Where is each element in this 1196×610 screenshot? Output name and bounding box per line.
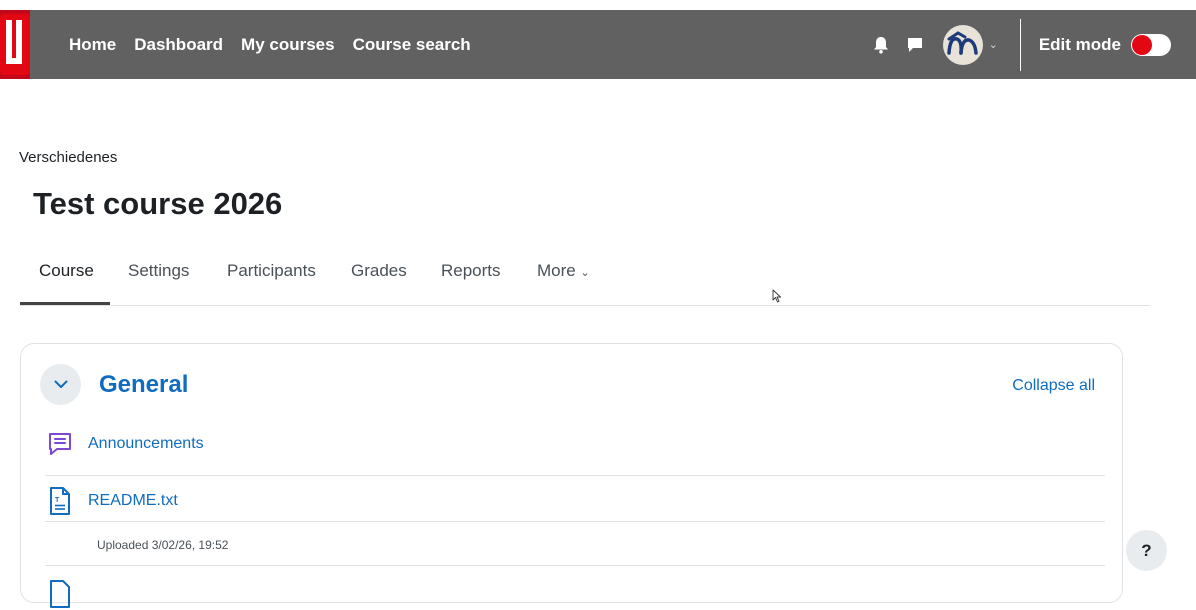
activity-link-readme[interactable]: README.txt: [88, 492, 178, 510]
user-avatar[interactable]: [942, 24, 983, 65]
site-logo[interactable]: [0, 10, 30, 79]
active-tab-indicator: [20, 302, 110, 305]
collapse-all-link[interactable]: Collapse all: [1012, 377, 1095, 395]
activity-divider: [45, 565, 1105, 566]
course-tabs: Course Settings Participants Grades Repo…: [20, 250, 1150, 306]
breadcrumb[interactable]: Verschiedenes: [19, 149, 117, 166]
nav-my-courses[interactable]: My courses: [241, 35, 335, 55]
tab-more-label: More: [537, 261, 576, 280]
nav-course-search[interactable]: Course search: [353, 35, 471, 55]
chevron-down-icon: ⌄: [580, 267, 590, 279]
top-navbar: Home Dashboard My courses Course search: [0, 10, 1196, 79]
navbar-divider: [1019, 18, 1021, 71]
activity-divider: [45, 475, 1105, 476]
tab-participants[interactable]: Participants: [227, 261, 316, 281]
svg-text:T: T: [55, 497, 60, 504]
help-button[interactable]: ?: [1126, 530, 1167, 571]
section-title[interactable]: General: [99, 371, 188, 399]
text-file-icon: T: [45, 485, 75, 517]
tab-more[interactable]: More ⌄: [537, 261, 590, 281]
nav-dashboard[interactable]: Dashboard: [134, 35, 223, 55]
mouse-cursor-icon: [772, 289, 782, 308]
tab-reports[interactable]: Reports: [441, 261, 501, 281]
text-file-icon: [45, 578, 75, 610]
user-menu[interactable]: ⌄: [942, 24, 998, 65]
activity-upload-info: Uploaded 3/02/26, 19:52: [97, 538, 229, 552]
activity-link-announcements[interactable]: Announcements: [88, 435, 204, 453]
bell-icon[interactable]: [871, 35, 891, 55]
primary-navigation: Home Dashboard My courses Course search: [69, 10, 489, 79]
edit-mode-toggle[interactable]: [1131, 33, 1171, 56]
activity-divider: [45, 521, 1105, 522]
tab-settings[interactable]: Settings: [128, 261, 189, 281]
section-collapse-button[interactable]: [40, 364, 81, 405]
forum-icon: [45, 428, 75, 460]
page-title: Test course 2026: [33, 186, 283, 221]
chevron-down-icon[interactable]: ⌄: [989, 38, 998, 51]
tab-grades[interactable]: Grades: [351, 261, 407, 281]
navbar-user-area: ⌄ Edit mode: [871, 10, 1196, 79]
edit-mode-label: Edit mode: [1038, 34, 1121, 54]
toggle-knob: [1132, 34, 1152, 55]
nav-home[interactable]: Home: [69, 35, 116, 55]
chevron-down-icon: [54, 380, 67, 388]
chat-bubble-icon[interactable]: [905, 35, 925, 55]
course-section-card: General Collapse all Announcements T REA…: [20, 343, 1123, 608]
tab-course[interactable]: Course: [39, 261, 94, 281]
